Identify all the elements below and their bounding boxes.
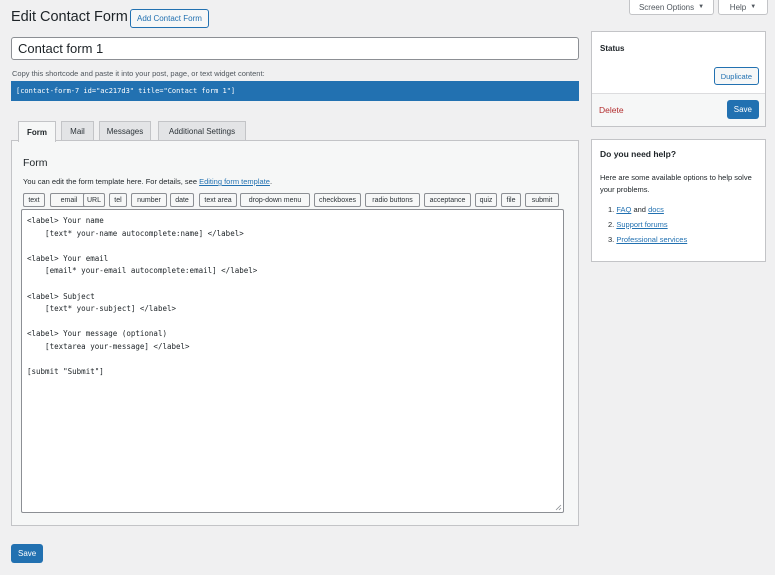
- form-title-input[interactable]: Contact form 1: [11, 37, 579, 60]
- tab-form[interactable]: Form: [18, 121, 56, 142]
- shortcode-label: Copy this shortcode and paste it into yo…: [12, 69, 265, 78]
- tag-button-submit[interactable]: submit: [525, 193, 559, 207]
- tag-button-acceptance[interactable]: acceptance: [424, 193, 471, 207]
- tag-button-text[interactable]: text: [23, 193, 45, 207]
- help-box: Do you need help? Here are some availabl…: [591, 139, 766, 262]
- form-description-period: .: [269, 177, 273, 186]
- form-heading: Form: [23, 157, 48, 169]
- tag-button-radio-buttons[interactable]: radio buttons: [365, 193, 420, 207]
- tag-button-textarea[interactable]: text area: [199, 193, 237, 207]
- tag-button-tel[interactable]: tel: [109, 193, 127, 207]
- form-panel: Form You can edit the form template here…: [11, 140, 579, 526]
- tag-button-quiz[interactable]: quiz: [475, 193, 497, 207]
- caret-down-icon: ▼: [698, 4, 705, 10]
- help-label: Help: [729, 2, 747, 12]
- resize-handle-icon[interactable]: [555, 504, 562, 511]
- status-title: Status: [600, 44, 625, 53]
- page-title: Edit Contact Form: [11, 9, 128, 25]
- faq-link[interactable]: FAQ: [616, 205, 631, 214]
- save-button[interactable]: Save: [726, 100, 759, 119]
- tab-mail[interactable]: Mail: [61, 121, 94, 141]
- form-template-editor[interactable]: <label> Your name [text* your-name autoc…: [21, 209, 564, 513]
- tag-button-number[interactable]: number: [131, 193, 167, 207]
- form-description-text: You can edit the form template here. For…: [23, 177, 200, 186]
- help-item-faq: 1. FAQ and docs: [608, 205, 664, 214]
- docs-link[interactable]: docs: [648, 205, 664, 214]
- tag-button-date[interactable]: date: [170, 193, 194, 207]
- help-title: Do you need help?: [600, 149, 677, 159]
- help-item-number: 2.: [608, 220, 615, 229]
- tag-button-url[interactable]: URL: [83, 193, 105, 207]
- status-actions: Delete Save: [592, 93, 765, 126]
- editing-form-template-link[interactable]: Editing form template: [199, 177, 270, 186]
- tag-button-file[interactable]: file: [501, 193, 521, 207]
- caret-down-icon: ▼: [750, 4, 757, 10]
- delete-link[interactable]: Delete: [599, 105, 624, 115]
- status-box: Status Duplicate Delete Save: [591, 31, 766, 127]
- form-description: You can edit the form template here. For…: [23, 177, 272, 186]
- help-item-number: 1.: [608, 205, 615, 214]
- help-button[interactable]: Help ▼: [718, 0, 768, 15]
- help-description: Here are some available options to help …: [600, 173, 752, 194]
- duplicate-button[interactable]: Duplicate: [713, 67, 759, 85]
- tag-button-checkboxes[interactable]: checkboxes: [314, 193, 361, 207]
- support-forums-link[interactable]: Support forums: [616, 220, 667, 229]
- help-item-and: and: [631, 205, 649, 214]
- tab-additional-settings[interactable]: Additional Settings: [158, 121, 246, 141]
- help-item-number: 3.: [608, 235, 615, 244]
- save-button-bottom[interactable]: Save: [11, 544, 44, 563]
- tag-button-dropdown-menu[interactable]: drop-down menu: [240, 193, 310, 207]
- add-contact-form-button[interactable]: Add Contact Form: [130, 9, 209, 28]
- screen-options-label: Screen Options: [638, 2, 695, 12]
- help-item-professional: 3. Professional services: [608, 235, 687, 244]
- professional-services-link[interactable]: Professional services: [616, 235, 687, 244]
- screen-options-button[interactable]: Screen Options ▼: [629, 0, 714, 15]
- tab-messages[interactable]: Messages: [99, 121, 151, 141]
- shortcode-field[interactable]: [contact-form-7 id="ac217d3" title="Cont…: [11, 81, 579, 101]
- help-item-support: 2. Support forums: [608, 220, 668, 229]
- form-template-text: <label> Your name [text* your-name autoc…: [27, 216, 258, 377]
